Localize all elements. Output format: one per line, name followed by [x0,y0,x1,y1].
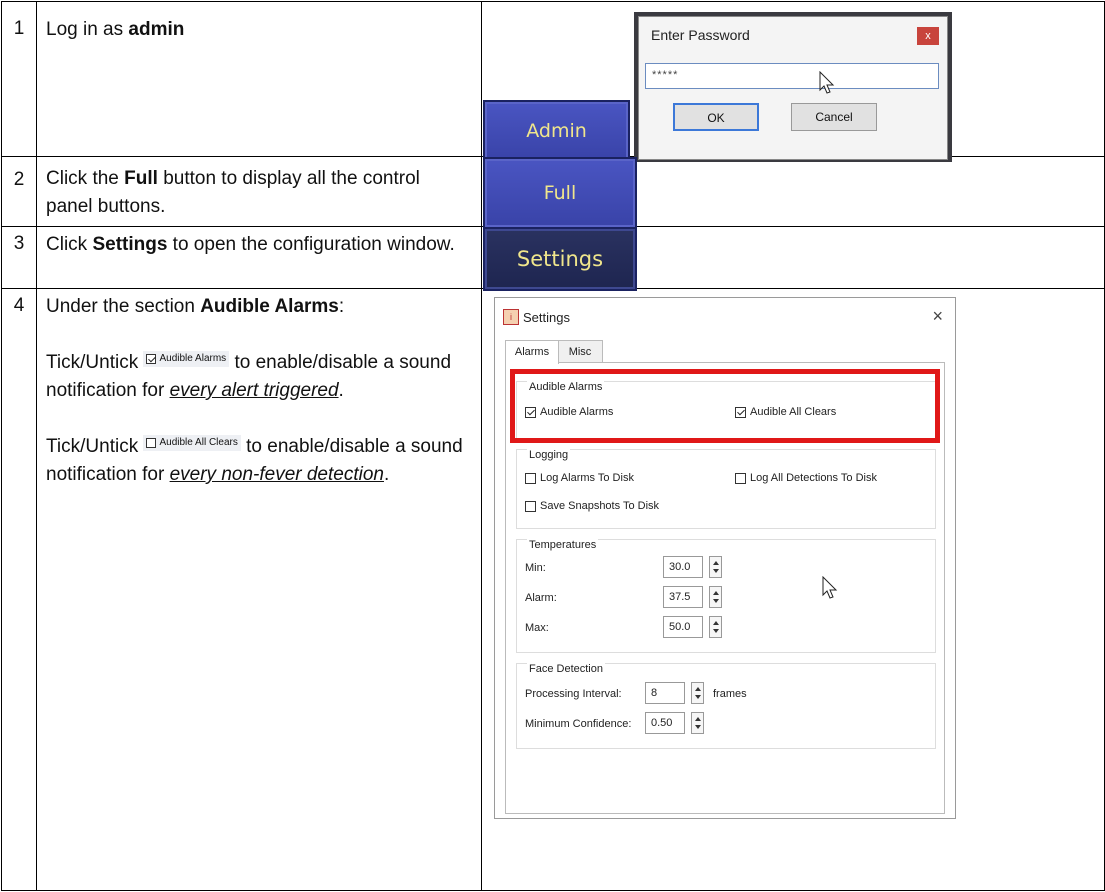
spin-arrows-icon[interactable] [709,586,722,608]
step-text: . [338,380,344,401]
step-number: 2 [1,156,37,227]
max-value[interactable]: 50.0 [663,616,703,638]
alarm-value[interactable]: 37.5 [663,586,703,608]
alarms-tab-panel: Audible Alarms Audible Alarms Audible Al… [505,362,945,814]
log-detections-checkbox[interactable]: Log All Detections To Disk [735,472,877,484]
spin-arrows-icon[interactable] [709,616,722,638]
settings-window: i Settings × Alarms Misc Audible Alarms … [494,297,956,819]
ok-button[interactable]: OK [673,103,759,131]
alarm-stepper[interactable]: 37.5 [663,586,722,608]
min-value[interactable]: 30.0 [663,556,703,578]
step-image: i Settings × Alarms Misc Audible Alarms … [481,288,1105,891]
interval-unit: frames [713,688,747,700]
audible-all-clears-checkbox-sample: Audible All Clears [143,435,241,451]
max-label: Max: [525,622,549,634]
step-text: . [383,464,390,485]
minimum-confidence-label: Minimum Confidence: [525,718,632,730]
close-icon[interactable]: × [932,306,943,327]
step-image: Settings [481,226,1105,291]
password-dialog-body: Enter Password x ***** OK Cancel [638,16,948,160]
step-row-3: 3 Click Settings to open the configurati… [1,226,1105,291]
settings-button-label: Settings [516,247,604,271]
checkbox-unchecked-icon [525,500,536,512]
checkbox-unchecked-icon [146,438,157,448]
step-bold-text: Audible Alarms [200,296,339,317]
group-label: Logging [527,449,571,461]
face-detection-group: Face Detection Processing Interval: 8 fr… [516,663,936,749]
mouse-cursor-icon [819,71,835,94]
checkbox-label: Save Snapshots To Disk [540,500,660,512]
full-button[interactable]: Full [483,157,637,229]
password-dialog-title: Enter Password [651,27,750,43]
step-description: Under the section Audible Alarms: Tick/U… [36,288,482,891]
step-text: : [338,296,345,317]
step-row-1: 1 Log in as admin Admin Enter Password x… [1,1,1105,162]
tab-alarms[interactable]: Alarms [505,340,559,364]
admin-button-label: Admin [526,120,587,142]
group-label: Temperatures [527,539,599,551]
step-bold-text: admin [128,19,185,40]
step-text: to open the configuration window. [167,234,455,255]
settings-app-icon: i [503,309,519,325]
checkbox-label: Log All Detections To Disk [750,472,877,484]
checkbox-unchecked-icon [525,472,536,484]
step-description: Log in as admin [36,1,482,157]
instruction-table: 1 Log in as admin Admin Enter Password x… [1,1,1105,891]
tab-misc[interactable]: Misc [557,340,603,363]
mouse-cursor-icon [822,576,838,599]
min-stepper[interactable]: 30.0 [663,556,722,578]
save-snapshots-checkbox[interactable]: Save Snapshots To Disk [525,500,659,512]
admin-button[interactable]: Admin [483,100,630,162]
step-text: Tick/Untick [46,436,144,457]
step-description: Click Settings to open the configuration… [36,226,482,289]
chip-label: Audible All Clears [159,437,238,448]
checkbox-label: Log Alarms To Disk [540,472,634,484]
checkbox-unchecked-icon [735,472,746,484]
step-number: 1 [1,1,37,157]
group-label: Face Detection [527,663,605,675]
step-text: Click [46,234,93,255]
step-description: Click the Full button to display all the… [36,156,482,227]
spin-arrows-icon[interactable] [691,712,704,734]
audible-alarms-checkbox-sample: Audible Alarms [143,351,230,367]
logging-group: Logging Log Alarms To Disk Log All Detec… [516,449,936,529]
chip-label: Audible Alarms [159,353,227,364]
step-image: Admin Enter Password x ***** OK Cancel [481,1,1105,162]
full-button-label: Full [543,182,577,204]
step-image: Full [481,156,1105,229]
emphasis-text: every alert triggered [169,380,339,401]
max-stepper[interactable]: 50.0 [663,616,722,638]
temperatures-group: Temperatures Min: 30.0 Alarm: 37.5 Max: [516,539,936,653]
password-dialog: Enter Password x ***** OK Cancel [634,12,952,162]
step-text: Click the [46,168,125,189]
close-icon[interactable]: x [917,27,939,45]
settings-window-title: Settings [523,310,570,325]
spin-arrows-icon[interactable] [709,556,722,578]
processing-interval-value[interactable]: 8 [645,682,685,704]
minimum-confidence-stepper[interactable]: 0.50 [645,712,704,734]
cancel-button[interactable]: Cancel [791,103,877,131]
step-text: Log in as [46,19,129,40]
password-field[interactable]: ***** [645,63,939,89]
step-row-2: 2 Click the Full button to display all t… [1,156,1105,229]
spin-arrows-icon[interactable] [691,682,704,704]
settings-button[interactable]: Settings [483,227,637,291]
step-bold-text: Settings [92,234,168,255]
step-bold-text: Full [124,168,158,189]
audible-alarms-highlight [510,369,940,443]
emphasis-text: every non-fever detection [169,464,384,485]
step-text: Under the section [46,296,201,317]
log-alarms-checkbox[interactable]: Log Alarms To Disk [525,472,634,484]
step-row-4: 4 Under the section Audible Alarms: Tick… [1,288,1105,891]
processing-interval-label: Processing Interval: [525,688,622,700]
minimum-confidence-value[interactable]: 0.50 [645,712,685,734]
min-label: Min: [525,562,546,574]
alarm-label: Alarm: [525,592,557,604]
processing-interval-stepper[interactable]: 8 [645,682,704,704]
step-number: 3 [1,226,37,289]
step-number: 4 [1,288,37,891]
step-text: Tick/Untick [46,352,144,373]
checkbox-checked-icon [146,354,157,364]
